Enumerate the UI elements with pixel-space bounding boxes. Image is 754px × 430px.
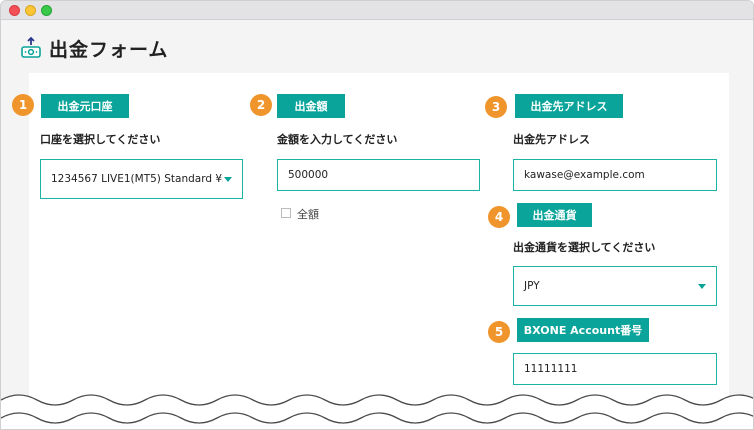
- currency-label: 出金通貨を選択してください: [513, 241, 656, 254]
- step-badge-2: 2: [250, 94, 272, 116]
- source-account-select[interactable]: 1234567 LIVE1(MT5) Standard ¥5...: [40, 159, 243, 199]
- chevron-down-icon: [698, 284, 706, 289]
- bxone-account-input[interactable]: 11111111: [513, 353, 717, 385]
- destination-address-tag: 出金先アドレス: [515, 94, 623, 118]
- destination-address-value: kawase@example.com: [524, 169, 645, 181]
- destination-address-label: 出金先アドレス: [513, 133, 590, 146]
- amount-tag: 出金額: [277, 94, 345, 118]
- torn-edge-decoration: [1, 394, 753, 429]
- amount-value: 500000: [288, 169, 329, 181]
- title-bar: [1, 1, 753, 20]
- bxone-account-tag: BXONE Account番号: [517, 318, 649, 342]
- page-title: 出金フォーム: [49, 38, 169, 61]
- page-header: 出金フォーム: [19, 31, 168, 65]
- currency-select[interactable]: JPY: [513, 266, 717, 306]
- amount-input[interactable]: 500000: [277, 159, 480, 191]
- full-amount-label: 全額: [297, 208, 319, 221]
- source-account-label: 口座を選択してください: [40, 133, 161, 146]
- amount-label: 金額を入力してください: [277, 133, 398, 146]
- full-amount-checkbox[interactable]: [281, 208, 291, 218]
- money-withdraw-icon: [21, 36, 41, 58]
- close-window-button[interactable]: [9, 5, 20, 16]
- step-badge-3: 3: [485, 96, 507, 118]
- source-account-tag: 出金元口座: [41, 94, 129, 118]
- maximize-window-button[interactable]: [41, 5, 52, 16]
- app-window: 出金フォーム 1 出金元口座 口座を選択してください 1234567 LIVE1…: [0, 0, 754, 430]
- step-badge-1: 1: [12, 94, 34, 116]
- destination-address-input[interactable]: kawase@example.com: [513, 159, 717, 191]
- bxone-account-value: 11111111: [524, 363, 578, 375]
- step-badge-5: 5: [488, 321, 510, 343]
- minimize-window-button[interactable]: [25, 5, 36, 16]
- currency-selected: JPY: [524, 280, 540, 292]
- source-account-selected: 1234567 LIVE1(MT5) Standard ¥5...: [51, 173, 223, 185]
- chevron-down-icon: [224, 177, 232, 182]
- currency-tag: 出金通貨: [517, 203, 592, 227]
- step-badge-4: 4: [488, 206, 510, 228]
